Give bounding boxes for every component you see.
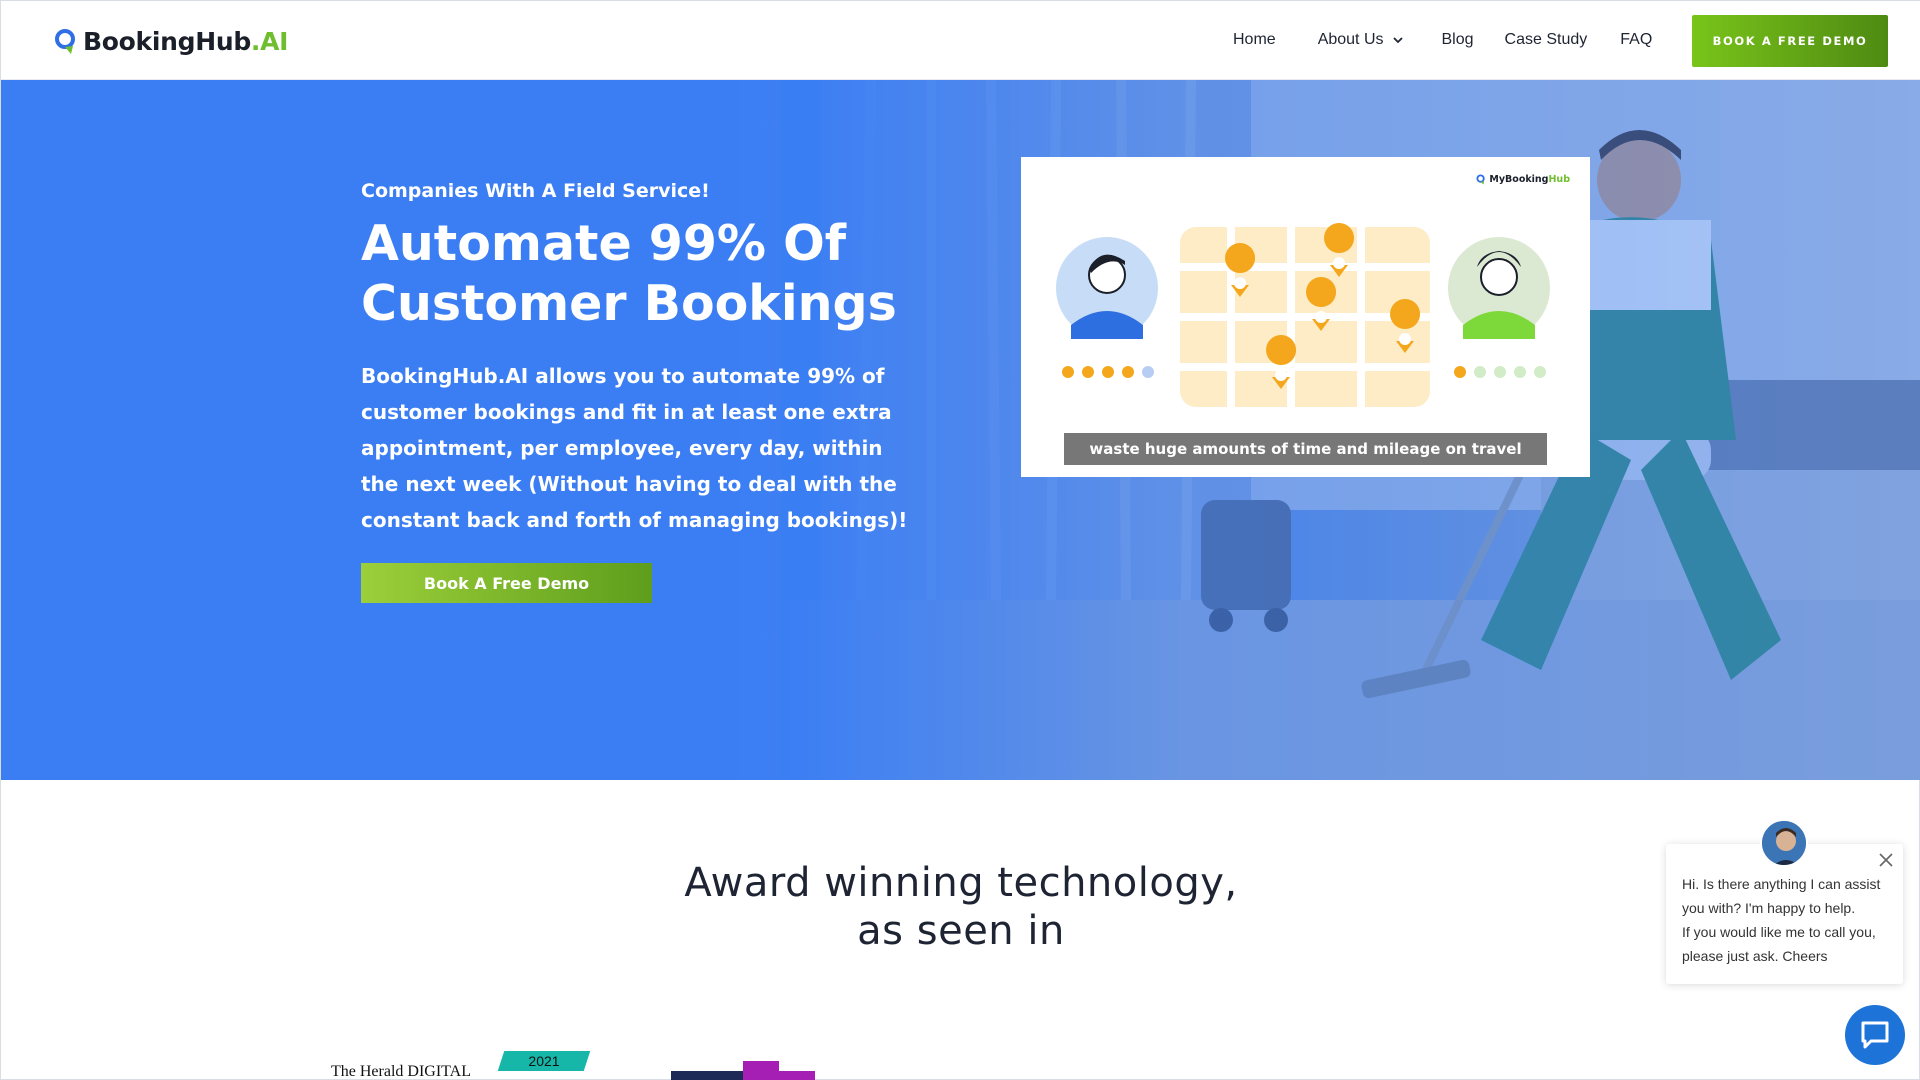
book-free-demo-hero-button[interactable]: Book A Free Demo [361,563,652,603]
booking-map-illustration [1056,223,1550,407]
chat-message-line2: If you would like me to call you, please… [1682,924,1876,964]
nav-blog[interactable]: Blog [1442,31,1474,49]
chevron-down-icon [1392,37,1403,44]
logo-text: BookingHub.AI [83,27,288,56]
nav-about-us[interactable]: About Us [1318,31,1403,49]
chat-message-line1: Hi. Is there anything I can assist you w… [1682,876,1881,916]
hero-description: BookingHub.AI allows you to automate 99%… [361,364,908,532]
nav-faq[interactable]: FAQ [1620,31,1652,49]
hero-section: Companies With A Field Service! Automate… [1,80,1920,780]
herald-digital-award-logo: The Herald DIGITAL 2021 [331,1045,591,1080]
awards-heading: Award winning technology, as seen in [1,859,1920,955]
chat-message: Hi. Is there anything I can assist you w… [1682,872,1892,968]
hero-title: Automate 99% Of Customer Bookings [361,215,897,332]
hero-video-card[interactable]: MyBooking Hub waste huge amounts of time… [1021,157,1590,477]
chat-agent-avatar [1760,819,1808,867]
herald-logo-text: The Herald DIGITAL [331,1063,471,1080]
nav-links: Home About Us Blog Case Study FAQ [1233,31,1652,49]
logo-ai: .AI [250,27,289,56]
nav-about-label: About Us [1317,31,1384,48]
book-free-demo-nav-button[interactable]: BOOK A FREE DEMO [1692,15,1888,67]
close-icon[interactable] [1878,852,1894,868]
awards-heading-line1: Award winning technology, [684,860,1238,906]
logo-name: BookingHub [83,27,251,56]
location-pin-logo-icon [55,28,75,54]
herald-award-year-badge: 2021 [497,1051,591,1071]
chat-launcher-button[interactable] [1845,1005,1905,1065]
video-caption: waste huge amounts of time and mileage o… [1064,433,1547,465]
awards-heading-line2: as seen in [857,908,1065,954]
nav-home[interactable]: Home [1233,31,1276,49]
chat-bubble-icon [1861,1021,1889,1049]
herald-award-year: 2021 [528,1053,560,1069]
top-navbar: BookingHub.AI Home About Us Blog Case St… [1,1,1920,80]
hero-eyebrow: Companies With A Field Service! [361,180,710,202]
press-logo-partial [671,1061,815,1080]
nav-case-study[interactable]: Case Study [1505,31,1588,49]
logo[interactable]: BookingHub.AI [53,27,288,56]
